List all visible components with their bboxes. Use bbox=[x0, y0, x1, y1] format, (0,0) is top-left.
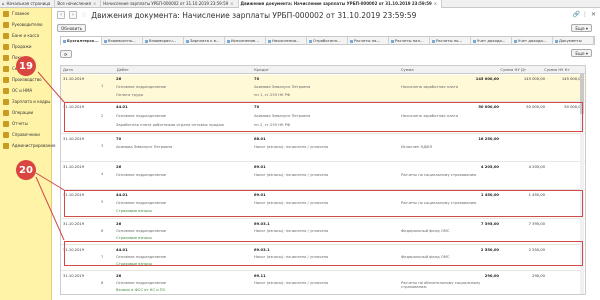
sidebar-item-operations[interactable]: Операции bbox=[0, 107, 51, 118]
basket-icon bbox=[3, 54, 9, 61]
tab-register[interactable]: Исполнение... bbox=[225, 37, 266, 45]
close-icon[interactable]: ✕ bbox=[591, 11, 596, 18]
window-tab-movements[interactable]: Движения документа: Начисление зарплаты … bbox=[238, 0, 443, 8]
home-icon bbox=[3, 10, 9, 17]
close-icon[interactable]: × bbox=[434, 0, 437, 8]
tab-register[interactable]: Учет доходо... bbox=[512, 37, 553, 45]
more-button[interactable]: Еще ▾ bbox=[571, 24, 592, 32]
factory-icon bbox=[3, 76, 9, 83]
table-row[interactable]: 31.10.2019 1 26 Основное подразделение О… bbox=[61, 75, 585, 102]
column-header[interactable]: Дебет bbox=[115, 66, 252, 74]
tab-register[interactable]: Взаимоотно... bbox=[102, 37, 143, 45]
register-icon bbox=[104, 39, 107, 43]
register-icon bbox=[227, 39, 230, 43]
menu-dots-icon[interactable]: ⋮ bbox=[582, 11, 588, 18]
register-icon bbox=[268, 39, 271, 43]
register-icon bbox=[391, 39, 394, 43]
window-tab-home[interactable]: ⌂ Начальная страница bbox=[0, 0, 56, 8]
sidebar-item-salary[interactable]: Зарплата и кадры bbox=[0, 96, 51, 107]
toolbar: Обновить bbox=[53, 22, 600, 33]
people-icon bbox=[3, 98, 9, 105]
highlight-box bbox=[64, 102, 583, 132]
tab-register[interactable]: Взаиморасч... bbox=[143, 37, 184, 45]
window-tab-label: Движения документа: Начисление зарплаты … bbox=[240, 1, 432, 6]
window-tab-document[interactable]: Начисление зарплаты УРБП-000002 от 31.10… bbox=[101, 0, 239, 8]
close-icon[interactable]: × bbox=[93, 0, 96, 8]
title-bar: ‹ › ☆ Движения документа: Начисление зар… bbox=[53, 8, 600, 22]
window-tab-label: Все начисления bbox=[57, 1, 91, 6]
table-header: Дата Дебет Кредит Сумма Сумма НУ Дт Сумм… bbox=[61, 66, 585, 74]
highlight-box bbox=[64, 190, 583, 217]
warehouse-icon bbox=[3, 65, 9, 72]
register-icon bbox=[514, 39, 517, 43]
register-icon bbox=[473, 39, 476, 43]
tab-register[interactable]: Расчеты на... bbox=[348, 37, 389, 45]
window-tab-label: Начальная страница bbox=[6, 1, 51, 6]
back-button[interactable]: ‹ bbox=[57, 11, 65, 19]
register-icon bbox=[432, 39, 435, 43]
window-tab-label: Начисление зарплаты УРБП-000002 от 31.10… bbox=[103, 1, 229, 6]
refresh-button[interactable]: ⟳ bbox=[60, 49, 72, 58]
favorite-star-icon[interactable]: ☆ bbox=[81, 11, 87, 19]
window-tab-accruals[interactable]: Все начисления × bbox=[55, 0, 102, 8]
sidebar-item-admin[interactable]: Администрирование bbox=[0, 140, 55, 151]
table-row[interactable]: 31.10.2019 4 26 Основное подразделение 6… bbox=[61, 163, 585, 190]
tab-documents[interactable]: Документы bbox=[553, 37, 594, 45]
column-header[interactable]: Дата bbox=[61, 66, 115, 74]
register-icon bbox=[145, 39, 148, 43]
register-icon bbox=[186, 39, 189, 43]
register-icon bbox=[350, 39, 353, 43]
building-icon bbox=[3, 87, 9, 94]
tab-register[interactable]: Зарплата к в... bbox=[184, 37, 225, 45]
annotation-badge: 19 bbox=[16, 56, 36, 76]
grid-more-button[interactable]: Еще ▾ bbox=[571, 49, 592, 57]
tab-register[interactable]: Расчеты нал... bbox=[389, 37, 430, 45]
register-tabs: Бухгалтерск... Взаимоотно... Взаиморасч.… bbox=[60, 36, 595, 45]
refresh-button[interactable]: Обновить bbox=[57, 23, 87, 32]
bank-icon bbox=[3, 32, 9, 39]
main-panel: ‹ › ☆ Движения документа: Начисление зар… bbox=[53, 8, 600, 300]
book-icon bbox=[3, 131, 9, 138]
link-icon[interactable]: 🔗 bbox=[573, 11, 580, 18]
section-sidebar: Главное Руководителю Банк и касса Продаж… bbox=[0, 8, 55, 300]
forward-button[interactable]: › bbox=[69, 11, 77, 19]
tab-register[interactable]: Отработанн... bbox=[307, 37, 348, 45]
sidebar-item-references[interactable]: Справочники bbox=[0, 129, 51, 140]
column-header[interactable]: Сумма НУ Дт bbox=[498, 66, 542, 74]
window-tab-bar: ⌂ Начальная страница Все начисления × Начи… bbox=[0, 0, 600, 8]
annotation-badge: 20 bbox=[16, 160, 36, 180]
page-title: Движения документа: Начисление зарплаты … bbox=[91, 10, 417, 20]
column-header[interactable]: Сумма bbox=[399, 66, 499, 74]
column-header[interactable]: Сумма НУ Кт bbox=[542, 66, 585, 74]
column-header[interactable]: Кредит bbox=[252, 66, 398, 74]
operations-icon bbox=[3, 109, 9, 116]
table-row[interactable]: 31.10.2019 8 26 Основное подразделение В… bbox=[61, 272, 585, 294]
sidebar-item-main[interactable]: Главное bbox=[0, 8, 51, 19]
close-icon[interactable]: × bbox=[230, 0, 233, 8]
chart-icon bbox=[3, 21, 9, 28]
grid-toolbar: ⟳ bbox=[60, 48, 72, 59]
report-icon bbox=[3, 120, 9, 127]
home-icon: ⌂ bbox=[2, 1, 5, 6]
tab-register[interactable]: Начисления... bbox=[266, 37, 307, 45]
sidebar-item-bank[interactable]: Банк и касса bbox=[0, 30, 51, 41]
sidebar-item-assets[interactable]: ОС и НМА bbox=[0, 85, 51, 96]
table-row[interactable]: 31.10.2019 3 70 Акимова Эмвалусе Петровн… bbox=[61, 135, 585, 162]
register-icon bbox=[63, 39, 66, 43]
tab-accounting[interactable]: Бухгалтерск... bbox=[61, 37, 102, 45]
highlight-box bbox=[64, 241, 583, 266]
gear-icon bbox=[3, 142, 9, 149]
sidebar-item-manager[interactable]: Руководителю bbox=[0, 19, 51, 30]
cart-icon bbox=[3, 43, 9, 50]
register-icon bbox=[309, 39, 312, 43]
tab-register[interactable]: Учет доходо... bbox=[471, 37, 512, 45]
document-icon bbox=[555, 39, 558, 43]
sidebar-item-reports[interactable]: Отчеты bbox=[0, 118, 51, 129]
tab-register[interactable]: Расчеты по... bbox=[430, 37, 471, 45]
sidebar-item-sales[interactable]: Продажи bbox=[0, 41, 51, 52]
